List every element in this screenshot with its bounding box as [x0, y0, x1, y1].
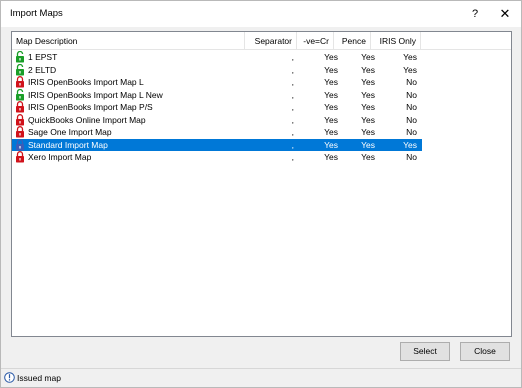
- column-header-pence[interactable]: Pence: [334, 32, 371, 50]
- unlocked-icon: [16, 51, 24, 63]
- close-button[interactable]: Close: [460, 342, 510, 361]
- column-header-iris-only[interactable]: IRIS Only: [371, 32, 421, 50]
- list-header: Map Description Separator -ve=Cr Pence I…: [12, 32, 511, 50]
- iris-only-value: No: [406, 102, 417, 112]
- column-header-map-description[interactable]: Map Description: [12, 32, 245, 50]
- separator-value: ,: [291, 127, 294, 137]
- lock-icon: [16, 101, 24, 113]
- pence-value: Yes: [361, 77, 375, 87]
- separator-value: ,: [291, 102, 294, 112]
- lock-icon: [16, 113, 24, 125]
- map-name: 2 ELTD: [28, 64, 57, 75]
- separator-value: ,: [291, 64, 294, 75]
- lock-icon: [16, 138, 24, 150]
- pence-value: Yes: [361, 64, 375, 75]
- ve-cr-value: Yes: [324, 114, 338, 125]
- window-title: Import Maps: [10, 8, 63, 19]
- unlocked-icon: [16, 63, 24, 75]
- iris-only-value: No: [406, 89, 417, 100]
- map-name: Standard Import Map: [28, 139, 108, 150]
- help-button[interactable]: ?: [465, 4, 485, 24]
- table-row[interactable]: Standard Import Map, Yes Yes Yes: [12, 138, 422, 151]
- separator-value: ,: [291, 152, 294, 162]
- status-text: Issued map: [17, 373, 61, 383]
- import-maps-window: Import Maps ? ✕ Map Description Separato…: [0, 0, 522, 388]
- import-maps-list[interactable]: Map Description Separator -ve=Cr Pence I…: [11, 31, 512, 337]
- separator-value: ,: [291, 52, 294, 62]
- pence-value: Yes: [361, 52, 375, 62]
- ve-cr-value: Yes: [324, 152, 338, 162]
- select-button[interactable]: Select: [400, 342, 450, 361]
- map-name: QuickBooks Online Import Map: [28, 114, 146, 125]
- separator-value: ,: [291, 139, 294, 150]
- iris-only-value: No: [406, 127, 417, 137]
- ve-cr-value: Yes: [324, 52, 338, 62]
- ve-cr-value: Yes: [324, 139, 338, 150]
- lock-icon: [16, 151, 24, 163]
- ve-cr-value: Yes: [324, 127, 338, 137]
- iris-only-value: Yes: [403, 64, 417, 75]
- column-header-ve-cr[interactable]: -ve=Cr: [297, 32, 334, 50]
- map-name: 1 EPST: [28, 52, 58, 62]
- ve-cr-value: Yes: [324, 77, 338, 87]
- ve-cr-value: Yes: [324, 102, 338, 112]
- iris-only-value: No: [406, 114, 417, 125]
- map-name: IRIS OpenBooks Import Map L: [28, 77, 144, 87]
- table-row[interactable]: 2 ELTD, Yes Yes Yes: [12, 63, 422, 76]
- table-row[interactable]: IRIS OpenBooks Import Map L, Yes Yes No: [12, 76, 422, 88]
- table-row[interactable]: IRIS OpenBooks Import Map P/S, Yes Yes No: [12, 101, 422, 113]
- info-icon: [4, 372, 15, 383]
- ve-cr-value: Yes: [324, 89, 338, 100]
- column-header-separator[interactable]: Separator: [245, 32, 297, 50]
- iris-only-value: Yes: [403, 52, 417, 62]
- map-name: IRIS OpenBooks Import Map P/S: [28, 102, 153, 112]
- iris-only-value: No: [406, 152, 417, 162]
- table-row[interactable]: QuickBooks Online Import Map, Yes Yes No: [12, 113, 422, 126]
- table-row[interactable]: 1 EPST, Yes Yes Yes: [12, 51, 422, 63]
- lock-icon: [16, 126, 24, 138]
- map-name: Sage One Import Map: [28, 127, 112, 137]
- iris-only-value: Yes: [403, 139, 417, 150]
- lock-icon: [16, 76, 24, 88]
- separator-value: ,: [291, 77, 294, 87]
- ve-cr-value: Yes: [324, 64, 338, 75]
- map-name: IRIS OpenBooks Import Map L New: [28, 89, 163, 100]
- title-bar: Import Maps ? ✕: [1, 1, 521, 27]
- unlocked-icon: [16, 88, 24, 100]
- status-bar: Issued map: [1, 368, 521, 387]
- window-close-button[interactable]: ✕: [495, 4, 515, 24]
- pence-value: Yes: [361, 127, 375, 137]
- map-name: Xero Import Map: [28, 152, 92, 162]
- pence-value: Yes: [361, 102, 375, 112]
- table-row[interactable]: IRIS OpenBooks Import Map L New, Yes Yes No: [12, 88, 422, 101]
- iris-only-value: No: [406, 77, 417, 87]
- separator-value: ,: [291, 89, 294, 100]
- separator-value: ,: [291, 114, 294, 125]
- pence-value: Yes: [361, 139, 375, 150]
- pence-value: Yes: [361, 89, 375, 100]
- pence-value: Yes: [361, 114, 375, 125]
- table-row[interactable]: Xero Import Map, Yes Yes No: [12, 151, 422, 163]
- pence-value: Yes: [361, 152, 375, 162]
- table-row[interactable]: Sage One Import Map, Yes Yes No: [12, 126, 422, 138]
